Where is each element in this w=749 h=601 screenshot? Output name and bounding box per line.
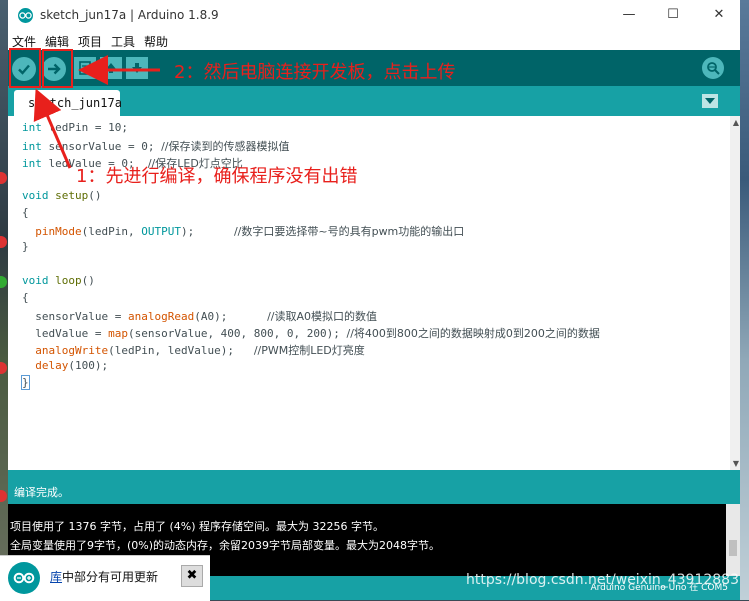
arduino-logo-icon: [18, 8, 33, 23]
tab-menu-button[interactable]: [702, 94, 718, 108]
code-line: {: [22, 291, 29, 304]
serial-monitor-button[interactable]: [702, 57, 724, 79]
notification-close-button[interactable]: ✖: [181, 565, 203, 587]
desktop-left-edge: [0, 0, 8, 600]
window-title: sketch_jun17a | Arduino 1.8.9: [40, 8, 219, 22]
magnifier-icon: [707, 62, 720, 75]
code-line: int sensorValue = 0; //保存读到的传感器模拟值: [22, 140, 290, 153]
console-scroll-thumb[interactable]: [729, 540, 737, 556]
code-line: void loop(): [22, 274, 95, 287]
scroll-up-icon[interactable]: ▲: [733, 118, 739, 127]
watermark: https://blog.csdn.net/weixin_43912883: [465, 572, 739, 588]
editor-scrollbar[interactable]: ▲ ▼: [730, 116, 740, 470]
code-line: }: [21, 375, 30, 390]
code-line: {: [22, 206, 29, 219]
code-line: analogWrite(ledPin, ledValue); //PWM控制LE…: [35, 344, 365, 357]
annotation-box-upload: [42, 49, 73, 88]
update-notification: 库中部分有可用更新 ✖: [0, 555, 210, 601]
code-line: sensorValue = analogRead(A0); //读取A0模拟口的…: [22, 310, 377, 323]
menu-edit[interactable]: 编辑: [45, 33, 69, 50]
console-line: 全局变量使用了9字节，(0%)的动态内存，余留2039字节局部变量。最大为204…: [10, 539, 441, 552]
chevron-down-icon: [705, 98, 715, 104]
new-button[interactable]: [74, 57, 96, 79]
code-line: }: [22, 240, 29, 253]
arrow-down-icon: [132, 63, 142, 73]
status-bar: 编译完成。: [8, 476, 740, 504]
code-line: int ledPin = 10;: [22, 121, 128, 134]
new-file-icon: [79, 61, 91, 75]
scroll-down-icon[interactable]: ▼: [733, 459, 739, 468]
code-line: ledValue = map(sensorValue, 400, 800, 0,…: [22, 327, 600, 340]
code-line: delay(100);: [35, 359, 109, 372]
status-message: 编译完成。: [14, 486, 69, 499]
save-button[interactable]: [126, 57, 148, 79]
menu-help[interactable]: 帮助: [144, 33, 168, 50]
tab-bar: sketch_jun17a: [8, 86, 740, 116]
arduino-logo-icon: [8, 562, 40, 594]
minimize-button[interactable]: —: [614, 4, 644, 26]
notification-message: 中部分有可用更新: [62, 570, 159, 584]
notification-text: 库中部分有可用更新: [50, 568, 158, 585]
tab-label: sketch_jun17a: [28, 96, 122, 110]
code-line: pinMode(ledPin, OUTPUT); //数字口要选择带~号的具有p…: [35, 225, 465, 238]
title-bar[interactable]: sketch_jun17a | Arduino 1.8.9 — ☐ ✕: [8, 0, 740, 30]
menu-bar: 文件 编辑 项目 工具 帮助: [8, 30, 740, 50]
console-scrollbar[interactable]: [726, 504, 740, 576]
menu-sketch[interactable]: 项目: [78, 33, 102, 50]
desktop-right-edge: [739, 0, 749, 600]
code-line: void setup(): [22, 189, 102, 202]
maximize-button[interactable]: ☐: [658, 4, 688, 26]
annotation-step-1: 1：先进行编译，确保程序没有出错: [76, 166, 358, 187]
tab-sketch[interactable]: sketch_jun17a: [14, 90, 122, 116]
annotation-box-verify: [9, 48, 41, 88]
annotation-step-2: 2：然后电脑连接开发板，点击上传: [174, 62, 456, 83]
arrow-up-icon: [106, 63, 116, 73]
console-line: 项目使用了 1376 字节，占用了 (4%) 程序存储空间。最大为 32256 …: [10, 520, 384, 533]
menu-tools[interactable]: 工具: [111, 33, 135, 50]
arduino-ide-window: sketch_jun17a | Arduino 1.8.9 — ☐ ✕ 文件 编…: [8, 0, 740, 600]
open-button[interactable]: [100, 57, 122, 79]
close-button[interactable]: ✕: [704, 4, 734, 26]
library-link[interactable]: 库: [50, 570, 62, 584]
